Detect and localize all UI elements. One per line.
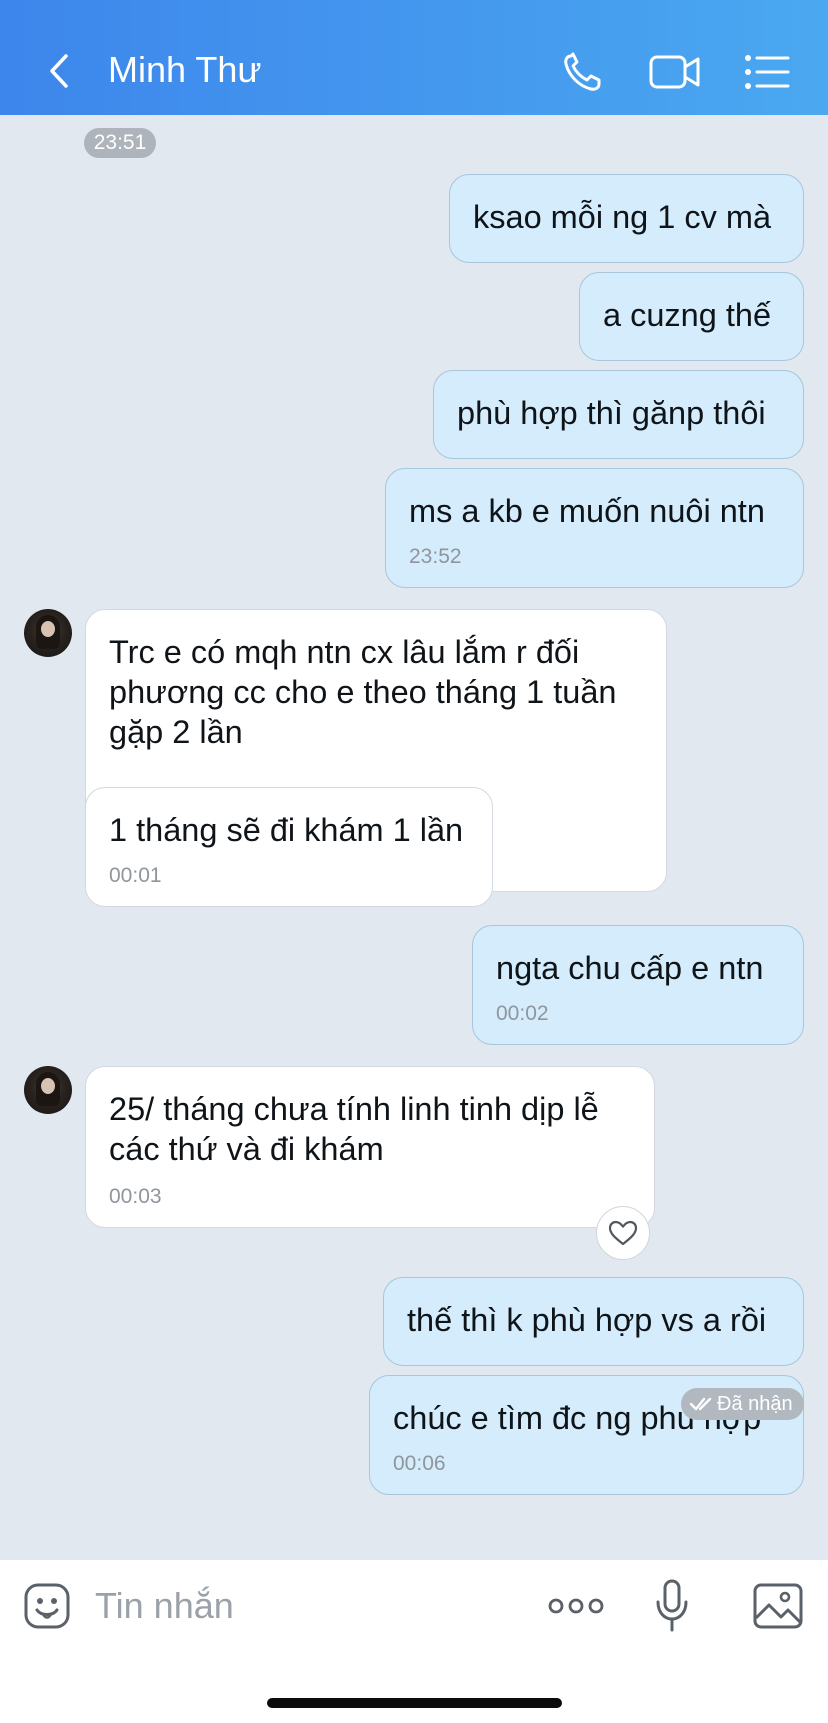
message-text: ngta chu cấp e ntn [496,950,764,986]
menu-list-icon[interactable] [742,48,796,96]
home-indicator [267,1698,562,1708]
message-sent[interactable]: phù hợp thì gănp thôi [433,370,804,459]
message-text: ksao mỗi ng 1 cv mà [473,199,772,235]
avatar[interactable] [24,609,72,657]
message-input-bar: Tin nhắn [0,1560,828,1723]
message-text: ms a kb e muốn nuôi ntn [409,493,765,529]
message-text: a cuzng thế [603,297,772,333]
react-heart-button[interactable] [596,1206,650,1260]
delivery-status-text: Đã nhận [717,1393,793,1415]
chat-header: Minh Thư [0,0,828,115]
message-received[interactable]: 1 tháng sẽ đi khám 1 lần 00:01 [85,787,493,907]
double-check-icon [689,1397,712,1411]
message-input[interactable]: Tin nhắn [95,1584,234,1628]
message-text: 25/ tháng chưa tính linh tinh dịp lễ các… [109,1091,599,1167]
sticker-icon[interactable] [23,1582,71,1630]
microphone-icon[interactable] [654,1578,690,1634]
video-call-icon[interactable] [648,48,702,96]
timestamp-pill: 23:51 [84,128,156,158]
message-time: 00:06 [393,1452,446,1475]
image-icon[interactable] [752,1582,804,1630]
message-time: 23:52 [409,545,462,568]
heart-icon [608,1220,637,1245]
contact-name[interactable]: Minh Thư [108,48,262,92]
message-sent[interactable]: ms a kb e muốn nuôi ntn 23:52 [385,468,804,588]
message-list[interactable]: 23:51 ksao mỗi ng 1 cv mà a cuzng thế ph… [0,115,828,1560]
message-sent[interactable]: ksao mỗi ng 1 cv mà [449,174,804,263]
message-time: 00:03 [109,1185,162,1208]
message-time: 00:02 [496,1002,549,1025]
message-text: Trc e có mqh ntn cx lâu lắm r đối phương… [109,634,617,750]
message-text: phù hợp thì gănp thôi [457,395,766,431]
phone-icon[interactable] [557,48,611,96]
avatar[interactable] [24,1066,72,1114]
message-sent[interactable]: ngta chu cấp e ntn 00:02 [472,925,804,1045]
back-chevron-icon[interactable] [40,50,80,92]
more-icon[interactable] [547,1594,605,1618]
message-text: 1 tháng sẽ đi khám 1 lần [109,812,464,848]
message-sent[interactable]: thế thì k phù hợp vs a rồi [383,1277,804,1366]
message-text: thế thì k phù hợp vs a rồi [407,1302,767,1338]
message-sent[interactable]: a cuzng thế [579,272,804,361]
message-received[interactable]: 25/ tháng chưa tính linh tinh dịp lễ các… [85,1066,655,1228]
delivery-status-badge: Đã nhận [681,1388,804,1420]
message-time: 00:01 [109,864,162,887]
